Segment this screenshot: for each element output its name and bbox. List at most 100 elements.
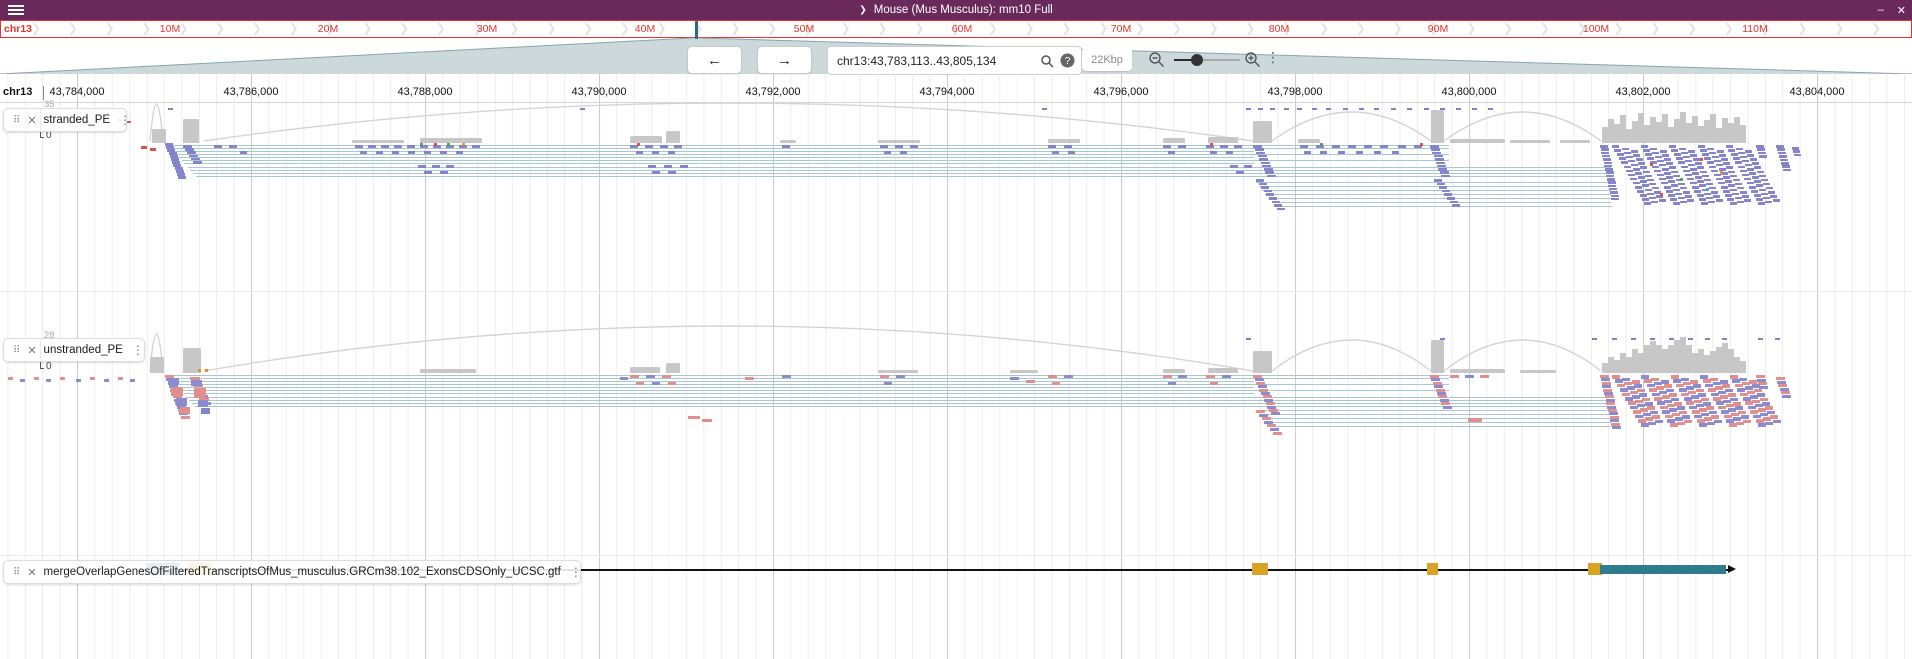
aligned-read — [1608, 181, 1616, 184]
aligned-read — [1434, 179, 1442, 182]
track-menu-icon[interactable]: ⋮ — [132, 343, 144, 357]
aligned-read — [1438, 395, 1447, 398]
aligned-read — [896, 375, 905, 378]
aligned-read — [1725, 389, 1733, 393]
help-icon[interactable]: ? — [1060, 53, 1075, 68]
exon-feature[interactable] — [1252, 563, 1268, 575]
track-stranded[interactable]: 035⠿✕stranded_PE⋮ — [0, 103, 1912, 292]
close-track-icon[interactable]: ✕ — [27, 114, 36, 127]
aligned-read — [1611, 198, 1619, 201]
drag-handle-icon[interactable]: ⠿ — [13, 567, 20, 578]
aligned-read — [1259, 158, 1268, 161]
aligned-read — [1662, 154, 1669, 157]
chromosome-overview-ruler[interactable]: chr13 ❯❯❯❯❯❯❯❯❯❯❯❯❯❯❯❯❯❯❯❯❯❯❯❯❯❯❯❯❯❯❯❯❯❯… — [0, 20, 1912, 38]
coverage-blob — [1431, 110, 1444, 143]
zoom-out-icon[interactable] — [1148, 51, 1165, 68]
aligned-read — [1052, 382, 1060, 385]
aligned-read — [1747, 154, 1754, 157]
zoom-slider-thumb[interactable] — [1191, 54, 1203, 66]
overview-position-marker[interactable] — [695, 21, 698, 39]
unstranded-track-header[interactable]: ⠿✕unstranded_PE⋮ — [3, 338, 145, 362]
aligned-read — [1756, 184, 1763, 187]
aligned-read — [76, 379, 81, 382]
aligned-read — [1660, 150, 1667, 153]
aligned-read — [1770, 195, 1777, 198]
location-searchbox[interactable]: ? — [827, 46, 1082, 75]
aligned-read — [1064, 375, 1073, 378]
aligned-read — [1633, 168, 1640, 171]
close-track-icon[interactable]: ✕ — [27, 566, 36, 579]
drag-handle-icon[interactable]: ⠿ — [13, 115, 20, 126]
aligned-read — [1272, 201, 1280, 204]
zoom-slider[interactable] — [1174, 59, 1240, 61]
minimize-icon[interactable]: – — [1878, 4, 1884, 16]
back-button[interactable]: ← — [687, 46, 742, 74]
region-ruler[interactable]: chr13 43,784,00043,786,00043,788,00043,7… — [0, 74, 1912, 103]
aligned-read — [1770, 415, 1778, 419]
aligned-read — [1642, 198, 1649, 201]
aligned-read — [1677, 406, 1685, 410]
aligned-read — [1664, 186, 1671, 189]
aligned-read — [1711, 170, 1718, 173]
tracks-area[interactable]: 035⠿✕stranded_PE⋮028⠿✕unstranded_PE⋮C083… — [0, 103, 1912, 659]
intron-connector-line — [170, 157, 1254, 158]
intron-connector-line — [1259, 186, 1611, 187]
exon-feature[interactable] — [1427, 563, 1438, 575]
aligned-read — [1728, 184, 1735, 187]
aligned-read — [1606, 402, 1615, 405]
aligned-read — [90, 377, 95, 380]
zoom-in-icon[interactable] — [1244, 51, 1261, 68]
gtf-track-header[interactable]: ⠿✕mergeOverlapGenesOfFilteredTranscripts… — [3, 560, 581, 584]
aligned-read — [1441, 402, 1450, 405]
track-separator — [0, 555, 1912, 556]
aligned-read — [1444, 193, 1452, 196]
aligned-read — [1679, 411, 1687, 415]
toolbar-kebab-menu[interactable]: ⋮ — [1266, 49, 1280, 66]
aligned-read — [1650, 163, 1653, 166]
aligned-read — [1210, 382, 1218, 385]
aligned-read — [1754, 389, 1762, 393]
chevron-right-pattern-icon: ❯ — [215, 21, 225, 35]
aligned-read — [1730, 175, 1737, 178]
location-search-input[interactable] — [828, 54, 1040, 68]
aligned-read — [1642, 184, 1649, 187]
coverage-blob — [183, 119, 199, 143]
ruler-tick-label: 43,792,000 — [745, 86, 800, 98]
aligned-read — [1635, 172, 1642, 175]
close-icon[interactable]: ✕ — [1897, 4, 1906, 17]
aligned-read — [1733, 157, 1740, 160]
aligned-read — [1436, 162, 1445, 165]
aligned-read — [652, 151, 659, 154]
aligned-read — [462, 143, 465, 146]
aligned-read — [1782, 395, 1791, 398]
aligned-read — [1659, 199, 1666, 202]
insert-dash — [168, 108, 173, 110]
aligned-read — [1647, 179, 1654, 182]
insert-dash — [1312, 108, 1317, 110]
aligned-read — [118, 377, 123, 380]
track-gtf[interactable]: C083⠿✕mergeOverlapGenesOfFilteredTranscr… — [0, 556, 1912, 659]
search-icon[interactable] — [1040, 54, 1054, 68]
aligned-read — [1612, 145, 1619, 148]
chevron-right-pattern-icon: ❯ — [1172, 21, 1182, 35]
aligned-read — [1671, 375, 1679, 379]
aligned-read — [1768, 191, 1775, 194]
hamburger-menu-icon[interactable] — [8, 5, 24, 15]
chevron-right-pattern-icon: ❯ — [620, 21, 630, 35]
aligned-read — [1163, 375, 1172, 378]
stranded-track-header[interactable]: ⠿✕stranded_PE⋮ — [3, 108, 127, 132]
aligned-read — [1450, 375, 1459, 378]
close-track-icon[interactable]: ✕ — [27, 344, 36, 357]
coverage-blob — [630, 136, 662, 143]
track-menu-icon[interactable]: ⋮ — [570, 565, 582, 579]
aligned-read — [1256, 152, 1265, 155]
drag-handle-icon[interactable]: ⠿ — [13, 345, 20, 356]
aligned-read — [1259, 183, 1267, 186]
aligned-read — [1650, 148, 1657, 151]
forward-button[interactable]: → — [757, 46, 812, 74]
cds-feature[interactable] — [1600, 565, 1726, 574]
aligned-read — [1320, 143, 1323, 146]
track-menu-icon[interactable]: ⋮ — [119, 113, 131, 127]
track-unstranded[interactable]: 028⠿✕unstranded_PE⋮ — [0, 292, 1912, 556]
coverage-blob — [1510, 140, 1550, 143]
